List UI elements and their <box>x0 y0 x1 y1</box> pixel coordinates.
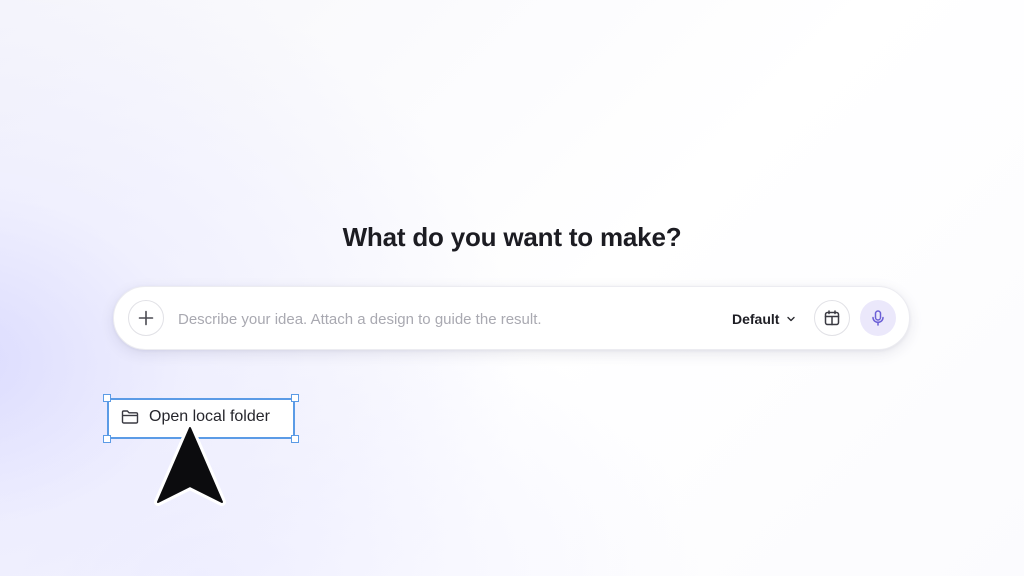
prompt-input[interactable] <box>178 307 648 331</box>
folder-icon <box>121 410 139 424</box>
plus-icon <box>138 310 154 326</box>
resize-handle-top-left[interactable] <box>103 394 111 402</box>
add-attachment-button[interactable] <box>128 300 164 336</box>
resize-handle-bottom-right[interactable] <box>291 435 299 443</box>
selection-frame: Open local folder <box>103 394 299 443</box>
open-local-folder-label: Open local folder <box>149 408 270 425</box>
open-local-folder-button[interactable]: Open local folder <box>121 408 270 426</box>
model-select-value: Default <box>732 311 780 327</box>
calendar-icon <box>824 310 840 326</box>
model-select[interactable]: Default <box>732 309 796 329</box>
calendar-button[interactable] <box>814 300 850 336</box>
chevron-down-icon <box>787 316 796 322</box>
prompt-bar: Default <box>113 286 910 350</box>
resize-handle-top-right[interactable] <box>291 394 299 402</box>
resize-handle-bottom-left[interactable] <box>103 435 111 443</box>
voice-input-button[interactable] <box>860 300 896 336</box>
page-title: What do you want to make? <box>342 222 682 252</box>
microphone-icon <box>872 310 884 326</box>
